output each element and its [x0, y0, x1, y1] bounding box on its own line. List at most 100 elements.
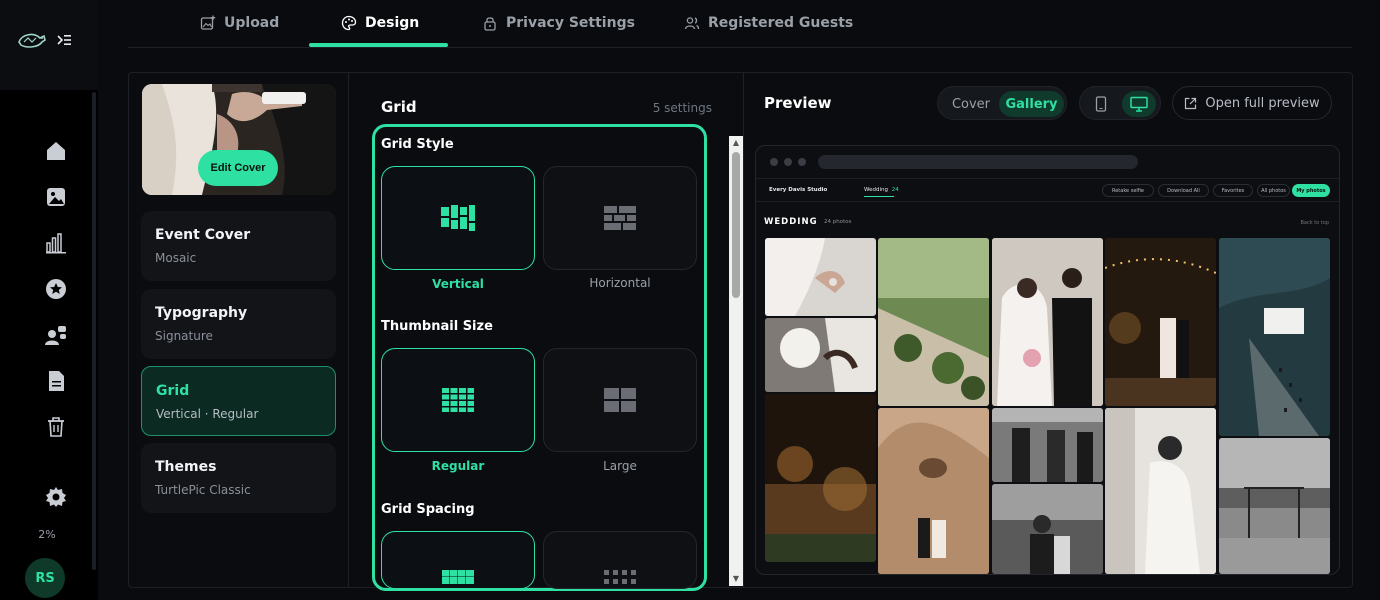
- grid-spacing-tight-option[interactable]: [381, 531, 535, 589]
- mobile-icon: [1095, 96, 1107, 112]
- preview-mode-toggle: Cover Gallery: [937, 86, 1067, 120]
- turtle-logo-icon[interactable]: [16, 28, 48, 52]
- tab-upload[interactable]: Upload: [200, 0, 279, 46]
- setting-title: Themes: [155, 459, 217, 475]
- gallery-photo: [878, 238, 989, 406]
- setting-title: Grid: [156, 383, 190, 399]
- document-icon[interactable]: [44, 369, 68, 393]
- tab-upload-label: Upload: [224, 15, 280, 31]
- scrollbar-thumb[interactable]: [732, 152, 740, 298]
- star-icon[interactable]: [44, 277, 68, 301]
- sidebar: 2% RS: [0, 0, 98, 600]
- collapse-menu-icon[interactable]: [56, 32, 72, 48]
- tab-privacy-settings[interactable]: Privacy Settings: [482, 0, 635, 46]
- setting-event-cover[interactable]: Event Cover Mosaic: [141, 211, 336, 281]
- thumbnail-regular-option[interactable]: [381, 348, 535, 452]
- preview-browser-frame: Every Davis Studio Wedding 24 Retake sel…: [755, 145, 1340, 575]
- gallery-photo: [992, 238, 1103, 406]
- people-icon[interactable]: [44, 323, 68, 347]
- setting-themes[interactable]: Themes TurtlePic Classic: [141, 443, 336, 513]
- wide-spacing-icon: [604, 570, 636, 584]
- back-to-top-link: Back to top: [1300, 220, 1329, 226]
- horizontal-label: Horizontal: [589, 276, 651, 290]
- gallery-tab-count: 24: [891, 187, 899, 193]
- gallery-tab-wedding: Wedding 24: [864, 187, 899, 193]
- grid-spacing-title: Grid Spacing: [381, 502, 475, 517]
- tab-privacy-label: Privacy Settings: [506, 15, 635, 31]
- tab-design-label: Design: [365, 15, 420, 31]
- preview-title: Preview: [764, 94, 832, 112]
- edit-cover-button[interactable]: Edit Cover: [198, 150, 278, 186]
- bar-chart-icon[interactable]: [44, 231, 68, 255]
- open-full-preview-button[interactable]: Open full preview: [1172, 86, 1332, 120]
- gallery-photo: [765, 318, 876, 392]
- desktop-icon: [1130, 96, 1148, 112]
- gallery-section-title: WEDDING: [764, 217, 818, 227]
- gallery-photo: [765, 238, 876, 316]
- palette-icon: [341, 15, 357, 31]
- favorites-button: Favorites: [1213, 184, 1253, 197]
- gallery-photo: [1219, 438, 1330, 574]
- gallery-photo: [992, 408, 1103, 482]
- grid-style-vertical-option[interactable]: [381, 166, 535, 270]
- gallery-photo: [765, 394, 876, 562]
- image-plus-icon: [200, 15, 216, 30]
- tight-spacing-icon: [442, 570, 474, 584]
- all-photos-button: All photos: [1257, 184, 1290, 197]
- home-icon[interactable]: [44, 139, 68, 163]
- scroll-up-icon[interactable]: ▲: [731, 138, 741, 148]
- grid-style-horizontal-option[interactable]: [543, 166, 697, 270]
- external-link-icon: [1185, 97, 1197, 109]
- grid-spacing-wide-option[interactable]: [543, 531, 697, 589]
- gallery-photo: [878, 408, 989, 574]
- large-label: Large: [603, 459, 637, 473]
- window-dot: [784, 158, 792, 166]
- gallery-photo: [1219, 238, 1330, 436]
- desktop-view-button[interactable]: [1122, 91, 1156, 117]
- setting-title: Typography: [155, 305, 248, 321]
- options-scrollbar[interactable]: ▲ ▼: [729, 136, 743, 586]
- studio-name: Every Davis Studio: [769, 187, 828, 193]
- gallery-photo: [1105, 408, 1216, 574]
- sidebar-header: [0, 0, 98, 90]
- setting-grid[interactable]: Grid Vertical · Regular: [141, 366, 336, 436]
- setting-value: TurtlePic Classic: [155, 483, 251, 497]
- mode-cover-button[interactable]: Cover: [942, 91, 1000, 117]
- scroll-down-icon[interactable]: ▼: [731, 574, 741, 584]
- mode-gallery-button[interactable]: Gallery: [999, 91, 1064, 117]
- image-icon[interactable]: [44, 185, 68, 209]
- setting-value: Mosaic: [155, 251, 197, 265]
- grid-settings-count: 5 settings: [652, 101, 712, 115]
- avatar[interactable]: RS: [25, 558, 65, 598]
- gallery-nav: Every Davis Studio Wedding 24 Retake sel…: [756, 178, 1339, 202]
- setting-typography[interactable]: Typography Signature: [141, 289, 336, 359]
- vertical-grid-icon: [441, 205, 475, 231]
- setting-title: Event Cover: [155, 227, 251, 243]
- gallery-photo: [992, 484, 1103, 574]
- lock-icon: [484, 17, 496, 31]
- tab-design[interactable]: Design: [341, 0, 419, 46]
- thumbnail-size-title: Thumbnail Size: [381, 319, 493, 334]
- device-toggle: [1079, 86, 1161, 120]
- window-dot: [798, 158, 806, 166]
- users-icon: [684, 17, 700, 30]
- app-root: 2% RS Upload Design Privacy Settings Reg…: [0, 0, 1380, 600]
- mobile-view-button[interactable]: [1084, 91, 1118, 117]
- sidebar-scrollbar[interactable]: [92, 92, 96, 570]
- gallery-tab-indicator: [864, 196, 894, 197]
- my-photos-button: My photos: [1292, 184, 1330, 197]
- active-tab-indicator: [309, 43, 448, 47]
- gallery-photo-count: 24 photos: [824, 219, 852, 225]
- trash-icon[interactable]: [44, 415, 68, 439]
- tab-registered-guests[interactable]: Registered Guests: [684, 0, 853, 46]
- open-full-preview-label: Open full preview: [1205, 95, 1320, 111]
- large-grid-icon: [604, 388, 636, 412]
- regular-label: Regular: [431, 459, 485, 473]
- gear-icon[interactable]: [44, 485, 68, 509]
- download-all-button: Download All: [1158, 184, 1209, 197]
- horizontal-grid-icon: [604, 206, 636, 230]
- tab-guests-label: Registered Guests: [708, 15, 854, 31]
- regular-grid-icon: [442, 388, 474, 412]
- vertical-label: Vertical: [432, 277, 484, 291]
- thumbnail-large-option[interactable]: [543, 348, 697, 452]
